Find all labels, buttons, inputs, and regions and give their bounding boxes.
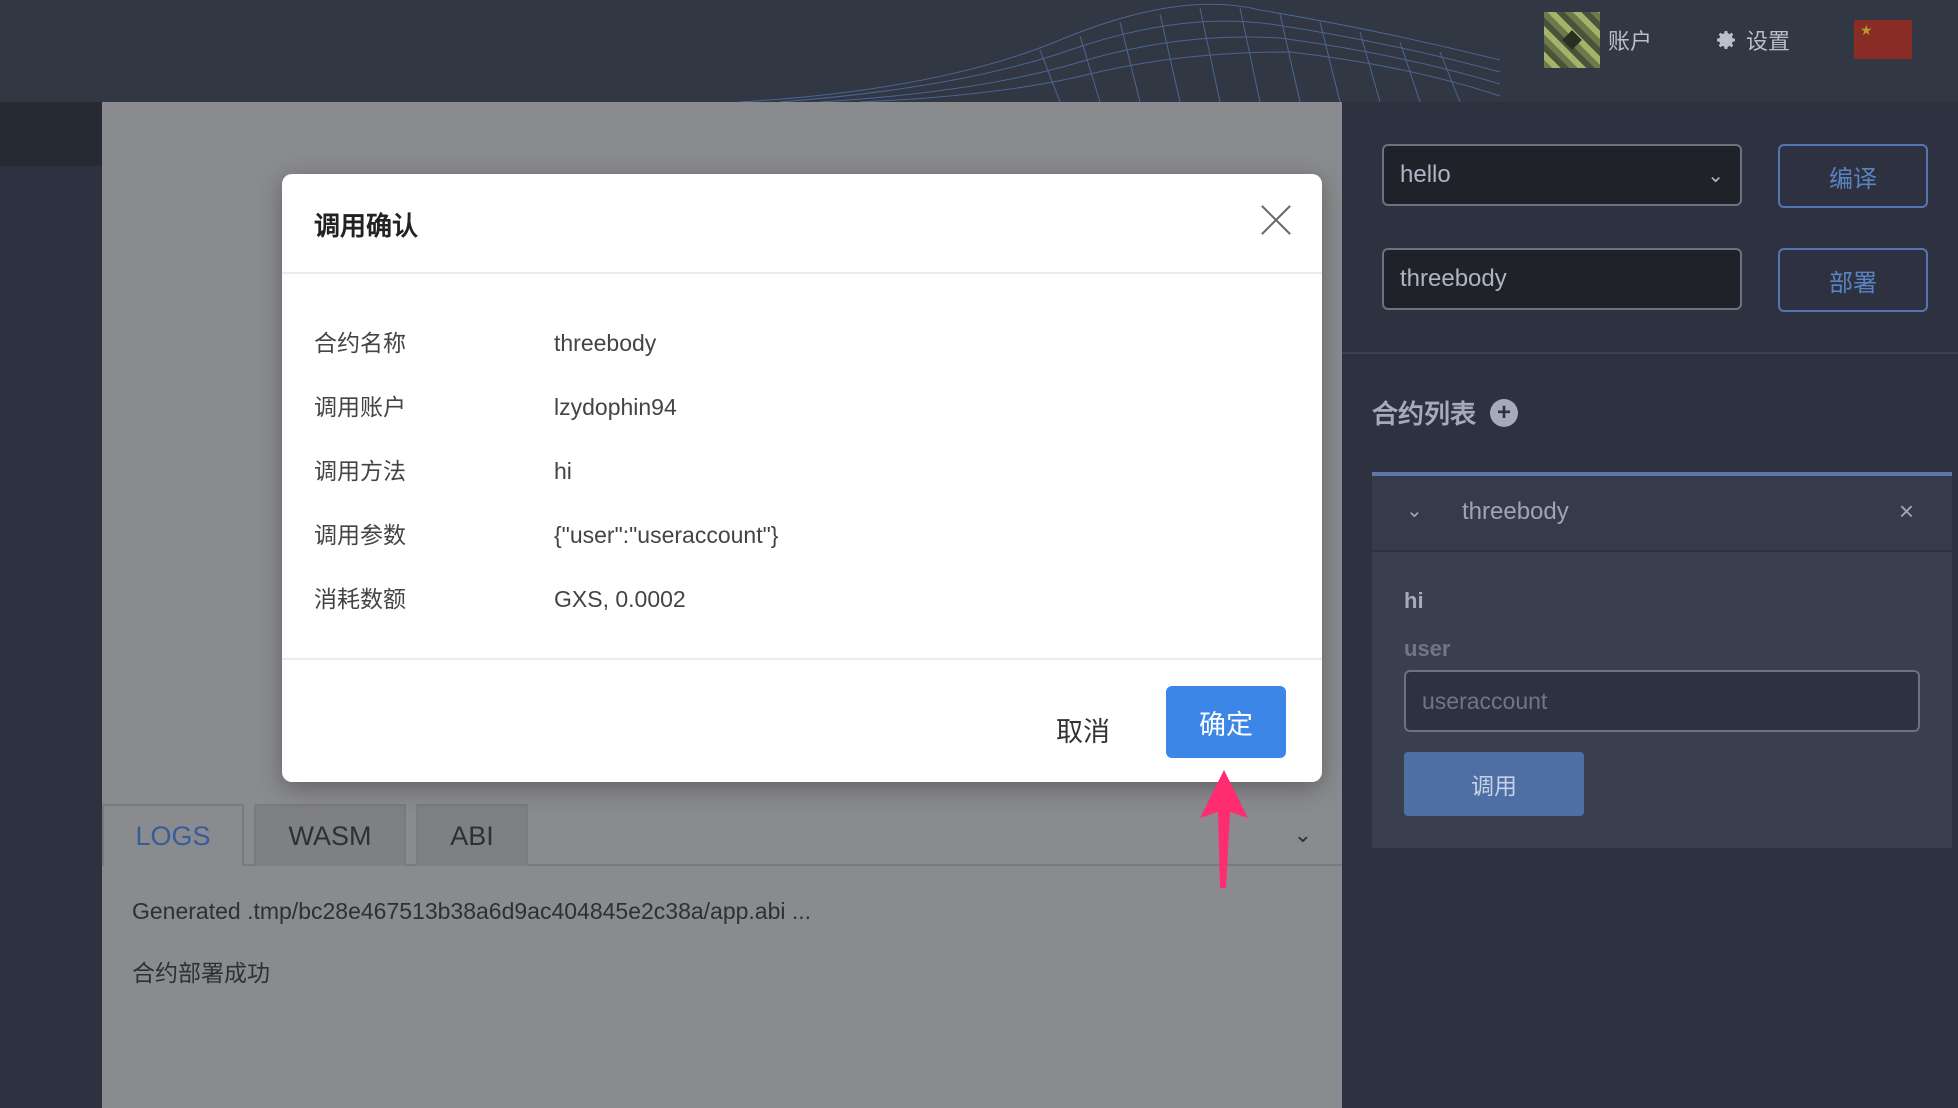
pointer-arrow-icon: [1200, 770, 1248, 888]
cancel-button[interactable]: 取消: [1038, 704, 1128, 754]
log-line: 合约部署成功: [132, 960, 270, 986]
contract-panel: hello ⌄ 编译 threebody 部署 合约列表 + ⌄ threebo…: [1342, 102, 1958, 1108]
detail-value: {"user":"useraccount"}: [554, 522, 779, 548]
deploy-button[interactable]: 部署: [1778, 248, 1928, 312]
confirm-button[interactable]: 确定: [1166, 686, 1286, 758]
gear-icon: [1717, 31, 1735, 49]
avatar: [1544, 12, 1600, 68]
detail-row: 调用方法 hi: [314, 452, 572, 486]
chevron-down-icon: ⌄: [1707, 164, 1724, 187]
dialog-footer-divider: [282, 658, 1322, 660]
contract-name-value: threebody: [1400, 265, 1507, 292]
wireframe-terrain-graphic: [740, 3, 1500, 102]
dialog-header: 调用确认: [282, 174, 1322, 274]
account-menu[interactable]: 账户: [1544, 10, 1652, 70]
settings-label: 设置: [1746, 29, 1791, 54]
detail-row: 调用账户 lzydophin94: [314, 388, 677, 422]
add-contract-icon[interactable]: +: [1490, 398, 1519, 427]
settings-menu[interactable]: 设置: [1714, 20, 1790, 60]
log-line: Generated .tmp/bc28e467513b38a6d9ac40484…: [132, 898, 812, 924]
function-name: hi: [1404, 588, 1424, 613]
contract-select[interactable]: hello ⌄: [1382, 144, 1742, 206]
detail-row: 消耗数额 GXS, 0.0002: [314, 580, 686, 614]
param-input[interactable]: useraccount: [1404, 670, 1920, 732]
chevron-down-icon[interactable]: ⌄: [1406, 498, 1423, 523]
detail-value: hi: [554, 458, 572, 484]
call-button[interactable]: 调用: [1404, 752, 1584, 816]
detail-value: threebody: [554, 330, 657, 356]
tab-logs[interactable]: LOGS: [102, 804, 244, 866]
contract-card: ⌄ threebody × hi user useraccount 调用: [1372, 472, 1952, 848]
panel-divider: [1342, 352, 1958, 354]
tab-wasm[interactable]: WASM: [254, 804, 406, 866]
dialog-title: 调用确认: [314, 211, 419, 241]
detail-key: 消耗数额: [314, 586, 406, 612]
contract-card-name: threebody: [1462, 498, 1569, 525]
detail-key: 合约名称: [314, 330, 406, 356]
detail-key: 调用参数: [314, 522, 406, 548]
flag-star-icon: ★: [1860, 22, 1873, 38]
close-icon[interactable]: [1258, 202, 1294, 238]
confirm-dialog: 调用确认 合约名称 threebody 调用账户 lzydophin94 调用方法 h…: [282, 174, 1322, 782]
detail-key: 调用账户: [314, 394, 406, 420]
detail-row: 合约名称 threebody: [314, 324, 656, 358]
detail-value: lzydophin94: [554, 394, 677, 420]
output-tabs: LOGS WASM ABI ⌄: [102, 802, 1342, 866]
left-sidebar: [0, 102, 102, 1108]
contract-card-header[interactable]: ⌄ threebody ×: [1372, 476, 1952, 552]
account-label: 账户: [1608, 29, 1653, 54]
contract-select-value: hello: [1400, 161, 1451, 188]
close-icon[interactable]: ×: [1899, 496, 1914, 527]
param-label: user: [1404, 636, 1451, 661]
contract-list-title: 合约列表: [1372, 399, 1477, 429]
param-input-value: useraccount: [1422, 687, 1548, 714]
app-header: 账户 设置 ★: [0, 0, 1958, 102]
detail-row: 调用参数 {"user":"useraccount"}: [314, 516, 778, 550]
sidebar-top-block: [0, 102, 102, 166]
tab-abi[interactable]: ABI: [416, 804, 528, 866]
compile-button[interactable]: 编译: [1778, 144, 1928, 208]
collapse-chevron-icon[interactable]: ⌄: [1294, 822, 1312, 848]
contract-list-header: 合约列表 +: [1372, 394, 1519, 431]
detail-value: GXS, 0.0002: [554, 586, 686, 612]
contract-name-input[interactable]: threebody: [1382, 248, 1742, 310]
language-flag[interactable]: ★: [1854, 20, 1912, 59]
detail-key: 调用方法: [314, 458, 406, 484]
